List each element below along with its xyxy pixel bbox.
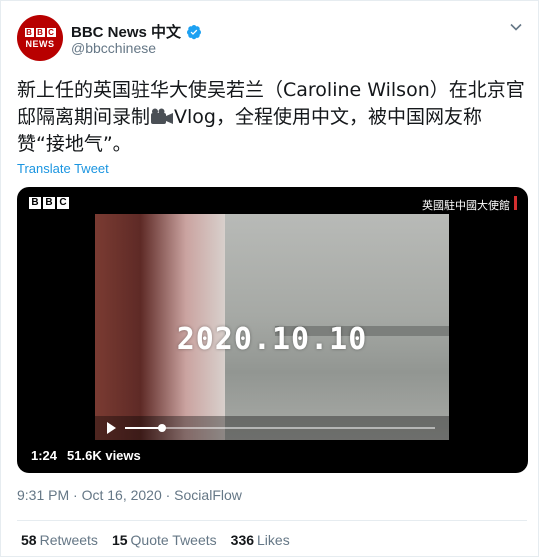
video-views: 51.6K views [67, 448, 141, 463]
video-player[interactable]: B B C 英國駐中國大使館 2020.10.10 1:24 51.6K vie… [17, 187, 528, 473]
video-frame[interactable]: 2020.10.10 [95, 214, 449, 440]
progress-bar[interactable] [125, 424, 435, 432]
engagement-stats: 58 Retweets 15 Quote Tweets 336 Likes [21, 532, 290, 548]
account-handle[interactable]: @bbcchinese [71, 40, 156, 56]
video-controls [95, 416, 449, 440]
verified-badge-icon [187, 24, 202, 39]
video-duration: 1:24 [31, 448, 58, 463]
video-date-overlay: 2020.10.10 [176, 322, 368, 357]
quote-tweets-stat[interactable]: 15 Quote Tweets [112, 532, 217, 548]
progress-fill [125, 427, 163, 429]
video-meta: 1:24 51.6K views [31, 448, 141, 463]
likes-count: 336 [230, 532, 255, 548]
tweet-timestamp[interactable]: 9:31 PM · Oct 16, 2020 · SocialFlow [17, 487, 242, 503]
quote-tweets-count: 15 [111, 532, 128, 548]
retweets-stat[interactable]: 58 Retweets [21, 532, 98, 548]
play-icon[interactable] [107, 422, 116, 434]
avatar-logo-blocks: B B C [24, 27, 56, 37]
display-name[interactable]: BBC News 中文 [71, 21, 181, 42]
retweets-count: 58 [21, 532, 37, 548]
progress-knob[interactable] [158, 424, 167, 432]
chevron-down-icon[interactable] [508, 19, 524, 35]
bbc-logo: B B C [29, 197, 69, 209]
tweet-card: B B C NEWS BBC News 中文 @bbcchinese 新上任的英… [0, 0, 539, 557]
avatar-word: NEWS [25, 38, 55, 49]
logo-block: C [57, 197, 69, 209]
channel-accent-bar [514, 196, 517, 210]
channel-label: 英國駐中國大使館 [422, 199, 510, 212]
avatar-block: B [24, 27, 34, 37]
tweet-text: 新上任的英国驻华大使吴若兰（Caroline Wilson）在北京官邸隔离期间录… [17, 77, 527, 158]
divider [17, 520, 527, 521]
likes-stat[interactable]: 336 Likes [231, 532, 290, 548]
translate-tweet-link[interactable]: Translate Tweet [17, 161, 109, 176]
avatar-block: C [46, 27, 56, 37]
avatar-block: B [35, 27, 45, 37]
avatar[interactable]: B B C NEWS [17, 15, 63, 61]
logo-block: B [29, 197, 41, 209]
camera-icon [151, 108, 174, 124]
quote-tweets-label: Quote Tweets [130, 532, 217, 548]
retweets-label: Retweets [39, 532, 98, 548]
logo-block: B [43, 197, 55, 209]
likes-label: Likes [257, 532, 290, 548]
author-name-row: BBC News 中文 [71, 21, 202, 42]
